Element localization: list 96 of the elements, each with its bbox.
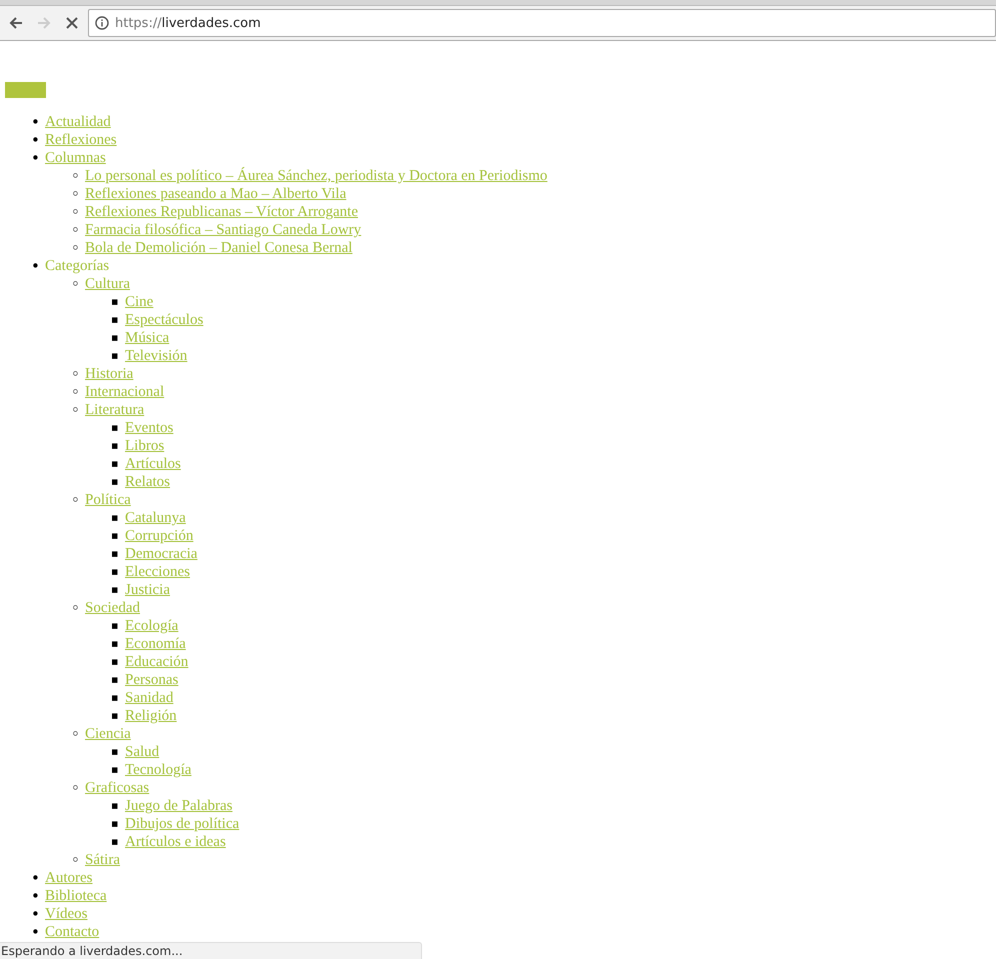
menu-link[interactable]: Personas (125, 672, 178, 688)
bullet-icon: ◦ (71, 365, 80, 383)
menu-link[interactable]: Sociedad (85, 600, 140, 616)
menu-link[interactable]: Bola de Demolición – Daniel Conesa Bernal (85, 240, 352, 256)
bullet-icon: ◦ (71, 239, 80, 257)
bullet-icon: ▪ (111, 671, 118, 689)
menu-link[interactable]: Vídeos (45, 906, 88, 922)
menu-link[interactable]: Autores (45, 870, 92, 886)
menu-link[interactable]: Espectáculos (125, 312, 204, 328)
bullet-icon: ◦ (71, 401, 80, 419)
bullet-icon: ◦ (71, 275, 80, 293)
bullet-icon: ▪ (111, 293, 118, 311)
bullet-icon: ◦ (71, 383, 80, 401)
bullet-icon: ◦ (71, 779, 80, 797)
menu-link[interactable]: Actualidad (45, 114, 111, 130)
bullet-icon: ▪ (111, 689, 118, 707)
menu-link[interactable]: Salud (125, 744, 160, 760)
menu-link[interactable]: Literatura (85, 402, 144, 418)
menu-link[interactable]: Reflexiones paseando a Mao – Alberto Vila (85, 186, 346, 202)
menu-link[interactable]: Sátira (85, 852, 120, 868)
bullet-icon: ◦ (71, 725, 80, 743)
menu-link[interactable]: Contacto (45, 924, 100, 940)
bullet-icon: • (31, 131, 40, 149)
bullet-icon: • (31, 257, 40, 275)
bullet-icon: ▪ (111, 653, 118, 671)
menu-link[interactable]: Justicia (125, 582, 170, 598)
menu-link[interactable]: Economía (125, 636, 186, 652)
bullet-icon: ▪ (111, 455, 118, 473)
bullet-icon: ◦ (71, 221, 80, 239)
bullet-icon: • (31, 887, 40, 905)
bullet-icon: ▪ (111, 311, 118, 329)
menu-link[interactable]: Elecciones (125, 564, 190, 580)
bullet-icon: ▪ (111, 797, 118, 815)
bullet-icon: • (31, 905, 40, 923)
bullet-icon: ◦ (71, 491, 80, 509)
logo-bar (5, 82, 46, 98)
bullet-icon: ▪ (111, 581, 118, 599)
bullet-icon: ▪ (111, 509, 118, 527)
bullet-icon: ◦ (71, 167, 80, 185)
bullet-icon: ▪ (111, 527, 118, 545)
menu-link[interactable]: Lo personal es político – Áurea Sánchez, periodista y Doctora en Periodismo (85, 168, 548, 184)
menu-link[interactable]: Ecología (125, 618, 178, 634)
status-bar: Esperando a liverdades.com... (0, 942, 422, 959)
menu-link[interactable]: Dibujos de política (125, 816, 240, 832)
menu-link[interactable]: Relatos (125, 474, 170, 490)
bullet-icon: ▪ (111, 833, 118, 851)
bullet-icon: ◦ (71, 599, 80, 617)
menu-link[interactable]: Corrupción (125, 528, 194, 544)
bullet-icon: ◦ (71, 185, 80, 203)
menu-link[interactable]: Farmacia filosófica – Santiago Caneda Lowry (85, 222, 362, 238)
bullet-icon: ▪ (111, 635, 118, 653)
menu-link[interactable]: Internacional (85, 384, 164, 400)
menu-link[interactable]: Graficosas (85, 780, 150, 796)
menu-link[interactable]: Libros (125, 438, 164, 454)
menu-link[interactable]: Democracia (125, 546, 198, 562)
info-icon (95, 16, 109, 30)
bullet-icon: ◦ (71, 851, 80, 869)
menu-link[interactable]: Religión (125, 708, 177, 724)
menu-link[interactable]: Historia (85, 366, 134, 382)
bullet-icon: ▪ (111, 707, 118, 725)
menu-link[interactable]: Cine (125, 294, 154, 310)
menu-label: Categorías (45, 258, 110, 274)
menu-link[interactable]: Ciencia (85, 726, 131, 742)
menu-link[interactable]: Juego de Palabras (125, 798, 232, 814)
bullet-icon: • (31, 923, 40, 941)
menu-link[interactable]: Reflexiones Republicanas – Víctor Arrogante (85, 204, 358, 220)
menu-link[interactable]: Columnas (45, 150, 106, 166)
bullet-icon: • (31, 869, 40, 887)
bullet-icon: ▪ (111, 347, 118, 365)
bullet-icon: ▪ (111, 419, 118, 437)
menu-link[interactable]: Eventos (125, 420, 174, 436)
menu-link[interactable]: Biblioteca (45, 888, 107, 904)
menu-link[interactable]: Artículos (125, 456, 181, 472)
menu-link[interactable]: Tecnología (125, 762, 192, 778)
bullet-icon: • (31, 149, 40, 167)
menu-link[interactable]: Música (125, 330, 170, 346)
menu-link[interactable]: Cultura (85, 276, 130, 292)
address-field[interactable]: https://liverdades.com (88, 9, 996, 37)
bullet-icon: ▪ (111, 473, 118, 491)
bullet-icon: ▪ (111, 761, 118, 779)
bullet-icon: • (31, 113, 40, 131)
bullet-icon: ◦ (71, 203, 80, 221)
bullet-icon: ▪ (111, 437, 118, 455)
menu-link[interactable]: Catalunya (125, 510, 186, 526)
bullet-icon: ▪ (111, 815, 118, 833)
bullet-icon: ▪ (111, 329, 118, 347)
menu-link[interactable]: Reflexiones (45, 132, 117, 148)
menu-link[interactable]: Televisión (125, 348, 188, 364)
menu-link[interactable]: Artículos e ideas (125, 834, 226, 850)
menu-link[interactable]: Sanidad (125, 690, 174, 706)
bullet-icon: ▪ (111, 617, 118, 635)
bullet-icon: ▪ (111, 545, 118, 563)
menu-link[interactable]: Política (85, 492, 131, 508)
bullet-icon: ▪ (111, 743, 118, 761)
menu-link[interactable]: Educación (125, 654, 188, 670)
bullet-icon: ▪ (111, 563, 118, 581)
